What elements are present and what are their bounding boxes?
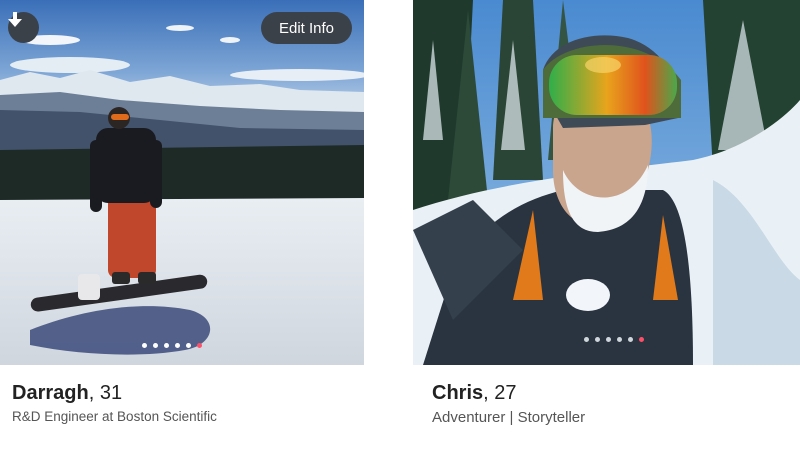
- edit-info-button[interactable]: Edit Info: [261, 12, 352, 44]
- photo-dot[interactable]: [628, 337, 633, 342]
- name-age-line: Darragh, 31: [12, 381, 364, 405]
- profile-card-darragh[interactable]: Edit Info Darragh, 31 R&D Engineer at Bo…: [0, 0, 364, 424]
- photo-indicator-dots: [584, 337, 644, 342]
- profile-info-darragh: Darragh, 31 R&D Engineer at Boston Scien…: [0, 381, 364, 424]
- profile-name: Chris: [432, 382, 484, 404]
- photo-indicator-dots: [142, 343, 202, 348]
- profile-photo-darragh[interactable]: Edit Info: [0, 0, 364, 365]
- profile-card-chris[interactable]: Chris, 27 Adventurer | Storyteller: [413, 0, 800, 426]
- download-arrow-icon: [8, 12, 22, 27]
- photo-dot-active[interactable]: [197, 343, 202, 348]
- name-age-line: Chris, 27: [432, 381, 800, 405]
- name-separator: ,: [88, 382, 100, 404]
- profile-age: 27: [494, 382, 517, 404]
- photo-dot[interactable]: [186, 343, 191, 348]
- profile-subtitle: Adventurer | Storyteller: [432, 409, 586, 426]
- photo-dot[interactable]: [153, 343, 158, 348]
- photo-dot[interactable]: [595, 337, 600, 342]
- photo-dot[interactable]: [164, 343, 169, 348]
- profile-photo-chris[interactable]: [413, 0, 800, 365]
- photo-dot[interactable]: [142, 343, 147, 348]
- profile-name: Darragh: [12, 382, 89, 404]
- profile-age: 31: [99, 382, 123, 404]
- photo-dot[interactable]: [617, 337, 622, 342]
- download-button[interactable]: [8, 12, 39, 43]
- photo-dot[interactable]: [606, 337, 611, 342]
- skier-selfie-photo: [413, 0, 800, 365]
- profile-subtitle: R&D Engineer at Boston Scientific: [12, 409, 217, 424]
- photo-dot-active[interactable]: [639, 337, 644, 342]
- photo-dot[interactable]: [175, 343, 180, 348]
- profile-info-chris: Chris, 27 Adventurer | Storyteller: [413, 381, 800, 426]
- name-separator: ,: [483, 382, 495, 404]
- photo-dot[interactable]: [584, 337, 589, 342]
- snowboarder-photo: [0, 0, 364, 365]
